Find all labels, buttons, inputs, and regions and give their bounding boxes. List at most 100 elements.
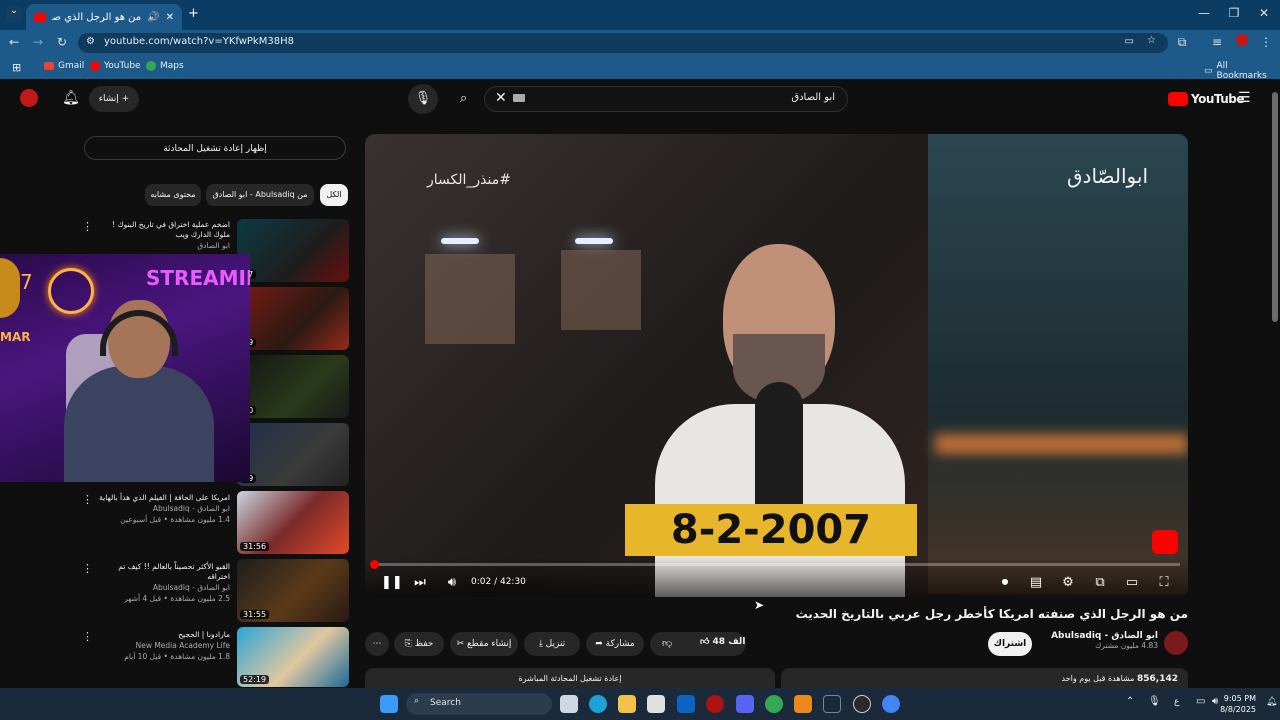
store-icon[interactable] xyxy=(647,695,665,713)
app-icon[interactable] xyxy=(794,695,812,713)
extensions-icon[interactable]: ⧉ xyxy=(1174,34,1190,50)
subtitles-icon[interactable]: ▤ xyxy=(1027,575,1045,591)
back-icon[interactable]: ← xyxy=(6,34,22,50)
apps-grid-icon[interactable]: ⊞ xyxy=(12,61,21,74)
bookmark-maps[interactable]: Maps xyxy=(146,61,184,71)
bookmark-gmail[interactable]: Gmail xyxy=(44,61,84,71)
search-input[interactable]: ✕ ابو الصادق xyxy=(484,86,848,112)
account-avatar[interactable] xyxy=(20,89,38,107)
related-thumbnail[interactable]: 49 xyxy=(237,287,349,350)
related-thumbnail[interactable]: 30 xyxy=(237,355,349,418)
restore-icon[interactable]: ❐ xyxy=(1224,6,1244,22)
file-explorer-icon[interactable] xyxy=(618,695,636,713)
create-button[interactable]: إنشاء + xyxy=(89,86,139,112)
bookmark-youtube[interactable]: YouTube xyxy=(90,61,141,71)
channel-avatar[interactable] xyxy=(1164,631,1188,655)
download-button[interactable]: تنزيل ⤓ xyxy=(524,632,580,656)
duration-badge: 52:19 xyxy=(240,675,270,684)
more-options-icon[interactable]: ⋮ xyxy=(82,220,93,233)
pause-icon[interactable]: ❚❚ xyxy=(381,575,403,591)
subscribe-watermark-icon[interactable] xyxy=(1152,530,1178,554)
dislike-icon[interactable]: 👎︎ xyxy=(662,637,672,649)
youtube-logo[interactable]: YouTube xyxy=(1168,92,1245,106)
related-thumbnail[interactable]: 29 xyxy=(237,423,349,486)
chip-all[interactable]: الكل xyxy=(320,184,348,206)
task-view-icon[interactable] xyxy=(560,695,578,713)
close-window-icon[interactable]: ✕ xyxy=(1254,6,1274,22)
discord-icon[interactable] xyxy=(736,695,754,713)
browser-tab[interactable]: من هو الرجل الذي صنفته امر 🔊 ✕ xyxy=(26,4,182,30)
language-indicator[interactable]: ع xyxy=(1174,697,1179,707)
scrubber-knob[interactable] xyxy=(370,560,379,569)
related-thumbnail[interactable]: 27 xyxy=(237,219,349,282)
mic-tray-icon[interactable]: 🎙︎ xyxy=(1148,696,1161,707)
more-options-icon[interactable]: ⋮ xyxy=(82,630,93,643)
forward-icon[interactable]: → xyxy=(30,34,46,50)
voice-search-button[interactable]: 🎙︎ xyxy=(408,84,438,114)
taskbar-clock[interactable]: 9:05 PM 8/8/2025 xyxy=(1220,693,1256,715)
clear-search-icon[interactable]: ✕ xyxy=(495,90,507,106)
autoplay-toggle-icon[interactable]: ⏺ xyxy=(993,575,1017,591)
more-options-icon[interactable]: ⋮ xyxy=(82,493,93,506)
channel-name[interactable]: Abulsadiq - ابو الصادق xyxy=(1030,631,1158,641)
network-icon[interactable]: ▭ xyxy=(1196,696,1205,707)
search-icon[interactable]: ⌕ xyxy=(460,91,467,106)
menu-dots-icon[interactable]: ⋮ xyxy=(1258,34,1274,50)
tab-menu-button[interactable]: ⌄ xyxy=(6,6,22,22)
share-button[interactable]: مشاركة ➦ xyxy=(586,632,644,656)
clip-button[interactable]: إنشاء مقطع ✂ xyxy=(450,632,518,656)
reload-icon[interactable]: ↻ xyxy=(54,34,70,50)
progress-bar[interactable] xyxy=(370,560,1180,569)
related-item[interactable]: امريكا على الحافة | الفيلم الذي هدأ باله… xyxy=(94,493,230,525)
show-chat-replay-button[interactable]: إظهار إعادة تشغيل المحادثة xyxy=(84,136,346,160)
save-button[interactable]: حفظ ⎘ xyxy=(394,632,444,656)
chrome-icon[interactable] xyxy=(765,695,783,713)
notifications-bell-icon[interactable]: 🔔︎ xyxy=(62,90,80,106)
fullscreen-icon[interactable]: ⛶ xyxy=(1155,575,1173,591)
next-icon[interactable]: ⏭ xyxy=(411,575,429,591)
edge-icon[interactable] xyxy=(589,695,607,713)
chrome-active-icon[interactable] xyxy=(882,695,900,713)
more-options-icon[interactable]: ⋮ xyxy=(82,562,93,575)
miniplayer-icon[interactable]: ⧉ xyxy=(1091,575,1109,591)
site-info-icon[interactable]: ⚙ xyxy=(86,36,95,47)
cast-icon[interactable]: ▭ xyxy=(1125,36,1134,47)
keyboard-icon[interactable] xyxy=(513,94,525,102)
theater-mode-icon[interactable]: ▭ xyxy=(1123,575,1141,591)
tab-close-icon[interactable]: ✕ xyxy=(166,12,174,23)
taskbar-search[interactable]: ⌕ Search xyxy=(406,693,552,715)
more-actions-button[interactable]: ⋯ xyxy=(365,632,389,656)
related-item[interactable]: القبو الأكثر تحصيناً بالعالم !! كيف تم ا… xyxy=(94,562,230,604)
related-item[interactable]: اضخم عملية اختراق في تاريخ البنوك ! ملوك… xyxy=(94,220,230,251)
obs-icon[interactable] xyxy=(853,695,871,713)
chip-from-channel[interactable]: من Abulsadiq - ابو الصادق xyxy=(206,184,314,206)
bookmark-star-icon[interactable]: ☆ xyxy=(1147,35,1156,46)
guide-menu-icon[interactable]: ☰ xyxy=(1238,90,1251,106)
all-bookmarks[interactable]: ▭ All Bookmarks xyxy=(1204,61,1280,81)
chip-related[interactable]: محتوى مشابه xyxy=(145,184,201,206)
settings-icon[interactable]: ⚙ xyxy=(1059,575,1077,591)
address-bar[interactable]: ⚙ youtube.com/watch?v=YKfwPkM38H8 ▭ ☆ xyxy=(78,33,1168,53)
subscribe-button[interactable]: اشتراك xyxy=(988,632,1032,656)
related-item[interactable]: مارادونا | الحجيح New Media Academy Life 1… xyxy=(94,630,230,662)
notifications-icon[interactable]: 🔔︎ xyxy=(1266,697,1277,707)
new-tab-button[interactable]: + xyxy=(188,6,199,21)
related-thumbnail[interactable]: 52:19 xyxy=(237,627,349,687)
minimize-icon[interactable]: — xyxy=(1194,6,1214,22)
outlook-icon[interactable] xyxy=(677,695,695,713)
app-icon[interactable] xyxy=(706,695,724,713)
page-scrollbar[interactable] xyxy=(1272,92,1278,322)
related-thumbnail[interactable]: 31:55 xyxy=(237,559,349,622)
media-icon[interactable]: ≡ xyxy=(1209,34,1225,50)
volume-icon[interactable]: 🔊︎ xyxy=(443,575,461,591)
video-player[interactable]: #منذر_الكسار ابوالصّادق 8-2-2007 ❚❚ ⏭ 🔊︎… xyxy=(365,134,1188,597)
related-thumbnail[interactable]: 31:56 xyxy=(237,491,349,554)
steam-icon[interactable] xyxy=(823,695,841,713)
profile-icon[interactable] xyxy=(1234,34,1250,50)
channel-info[interactable]: Abulsadiq - ابو الصادق 4.83 مليون مشترك xyxy=(1030,631,1158,650)
tray-chevron-icon[interactable]: ⌃ xyxy=(1126,696,1134,707)
windows-start-icon[interactable] xyxy=(380,695,398,713)
speaker-icon[interactable]: 🔊︎ xyxy=(1212,696,1218,707)
clock-time: 9:05 PM xyxy=(1223,694,1256,703)
like-button[interactable]: 👍︎ 48 الف xyxy=(700,637,745,647)
